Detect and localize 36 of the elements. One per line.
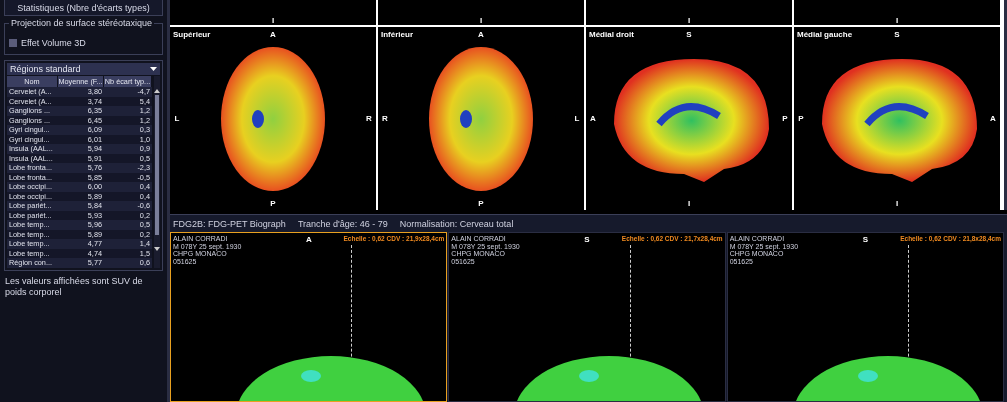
orientation-label: R [382, 114, 388, 123]
info-text: Normalisation: Cerveau total [399, 218, 514, 229]
orientation-label: A [270, 29, 276, 39]
orientation-label: A [478, 29, 484, 39]
orientation-label: S [584, 235, 590, 244]
orientation-label: I [687, 198, 691, 208]
view-title: Médial droit [589, 30, 634, 39]
orientation-label: L [174, 114, 180, 123]
caret-icon [150, 67, 157, 71]
note-text: Les valeurs affichées sont SUV de poids corporel [4, 274, 144, 299]
region-dropdown[interactable]: Régions standard [7, 63, 160, 75]
statistics-button[interactable]: Statistiques (Nbre d'écarts types) [4, 0, 163, 16]
orientation-label: I [895, 198, 899, 208]
orientation-label: I [687, 16, 691, 25]
view-title: Médial gauche [797, 30, 853, 39]
orientation-label: S [862, 235, 868, 244]
orientation-label: S [686, 29, 692, 39]
view-title: Supérieur [173, 30, 211, 39]
orientation-label: S [894, 29, 900, 39]
orientation-label: A [590, 114, 596, 123]
orientation-label: I [271, 16, 275, 25]
orientation-label: R [366, 114, 372, 123]
orientation-label: I [895, 16, 899, 25]
orientation-label: L [574, 114, 580, 123]
orientation-label: P [270, 198, 276, 208]
orientation-label: I [479, 16, 483, 25]
info-text: Tranche d'âge: 46 - 79 [297, 218, 388, 229]
group-title: Projection de surface stéréotaxique [9, 18, 155, 28]
view-title: Inférieur [381, 30, 413, 39]
orientation-label: P [798, 114, 804, 123]
volume-3d-checkbox[interactable]: Effet Volume 3D [9, 38, 158, 48]
orientation-label: A [990, 114, 996, 123]
orientation-label: P [782, 114, 788, 123]
info-text: FDG2B: FDG-PET Biograph [173, 218, 286, 229]
orientation-label: A [306, 235, 312, 244]
orientation-label: P [478, 198, 484, 208]
